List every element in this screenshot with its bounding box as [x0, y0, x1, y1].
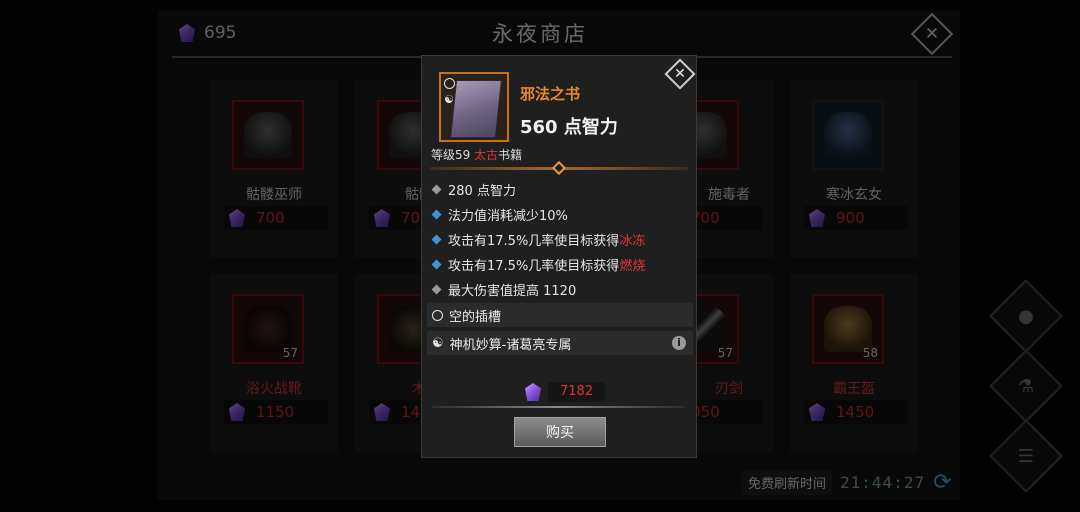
- item-level: 等级59: [431, 148, 471, 162]
- close-icon: ✕: [674, 66, 686, 82]
- item-name: 霸王盔: [833, 381, 875, 397]
- price-value: 1450: [836, 403, 875, 421]
- refresh-label: 免费刷新时间: [742, 470, 833, 495]
- item-portrait: 58: [812, 294, 884, 364]
- info-icon[interactable]: i: [672, 336, 686, 350]
- price-value: 7182: [548, 382, 606, 402]
- shop-item-card[interactable]: 寒冰玄女 900: [790, 80, 918, 258]
- item-level: 57: [282, 346, 298, 360]
- yin-yang-icon: ☯: [432, 335, 444, 351]
- diamond-bullet-icon: [431, 234, 442, 244]
- item-name: 刃剑: [715, 381, 743, 397]
- shop-item-card[interactable]: 57 浴火战靴 1150: [210, 274, 338, 452]
- yin-yang-icon: ☯: [444, 93, 454, 106]
- set-bonus-row[interactable]: ☯ 神机妙算-诸葛亮专属 i: [427, 331, 693, 355]
- set-text: 神机妙算-诸葛亮专属: [449, 337, 572, 353]
- empty-socket-icon: [432, 309, 443, 321]
- book-icon: [449, 80, 503, 138]
- item-name: 寒冰玄女: [826, 187, 882, 203]
- potion-icon: ⚗: [1017, 375, 1035, 397]
- price-divider: [432, 406, 684, 408]
- free-refresh-timer: 免费刷新时间 21:44:27 ⟳: [742, 470, 952, 495]
- item-price: 1150: [224, 400, 328, 424]
- stat-highlight: 燃烧: [619, 258, 646, 274]
- refresh-countdown: 21:44:27: [840, 473, 926, 492]
- stat-line: 280 点智力: [431, 179, 516, 199]
- price-value: 14: [401, 403, 421, 421]
- item-rarity: 太古: [474, 148, 499, 162]
- item-category: 书籍: [498, 148, 523, 162]
- gem-icon: [226, 401, 248, 423]
- side-menu-button[interactable]: ⚗: [989, 349, 1063, 423]
- stat-line: 攻击有17.5%几率使目标获得燃烧: [431, 254, 645, 274]
- diamond-bullet-icon: [431, 259, 442, 269]
- gem-icon: [371, 401, 393, 423]
- item-price: 700: [224, 206, 328, 230]
- purchase-price: 7182: [522, 381, 606, 403]
- item-title: 邪法之书: [520, 85, 581, 103]
- empty-socket-row: 空的插槽: [427, 303, 693, 327]
- stat-text: 攻击有17.5%几率使目标获得冰冻: [448, 230, 645, 249]
- buy-button[interactable]: 购买: [514, 417, 606, 447]
- diamond-ornament-icon: [551, 160, 567, 176]
- item-icon-frame: ☯: [439, 72, 509, 142]
- stat-text: 攻击有17.5%几率使目标获得燃烧: [448, 255, 645, 274]
- price-value: 900: [836, 209, 865, 227]
- diamond-bullet-icon: [431, 209, 442, 219]
- gem-icon: [806, 401, 828, 423]
- stat-highlight: 冰冻: [619, 233, 646, 249]
- item-portrait: 57: [232, 294, 304, 364]
- stat-text-main: 攻击有17.5%几率使目标获得: [448, 233, 620, 249]
- item-portrait: [812, 100, 884, 170]
- item-price: 1450: [804, 400, 908, 424]
- item-level: 57: [717, 346, 733, 360]
- item-name: 骷髅巫师: [246, 187, 302, 203]
- skeleton-mage-portrait: [244, 112, 292, 158]
- item-main-stat: 560 点智力: [520, 117, 618, 138]
- gem-icon: [371, 207, 393, 229]
- stat-text: 最大伤害值提高 1120: [448, 283, 577, 299]
- user-icon: ●: [1018, 305, 1034, 327]
- item-name: 施毒者: [708, 187, 750, 203]
- price-value: 1150: [256, 403, 295, 421]
- gem-icon: [226, 207, 248, 229]
- item-portrait: [232, 100, 304, 170]
- price-value: 700: [256, 209, 285, 227]
- diamond-bullet-icon: [431, 184, 442, 194]
- socket-text: 空的插槽: [449, 309, 502, 325]
- item-level: 58: [862, 346, 878, 360]
- side-menu-button[interactable]: ●: [989, 279, 1063, 353]
- socket-ring-icon: [444, 78, 455, 89]
- gem-icon: [522, 381, 544, 403]
- stat-text-main: 攻击有17.5%几率使目标获得: [448, 258, 620, 274]
- item-level-type: 等级59 太古书籍: [431, 146, 522, 163]
- stat-text: 280 点智力: [448, 183, 516, 199]
- item-name: 浴火战靴: [246, 381, 302, 397]
- stat-line: 攻击有17.5%几率使目标获得冰冻: [431, 229, 645, 249]
- popup-close-button[interactable]: ✕: [664, 58, 696, 90]
- item-detail-popup: ✕ ☯ 邪法之书 560 点智力 等级59 太古书籍 280 点智力 法力值消耗…: [421, 55, 697, 458]
- shop-item-card[interactable]: 骷髅巫师 700: [210, 80, 338, 258]
- diamond-bullet-icon: [431, 284, 442, 294]
- stat-line: 法力值消耗减少10%: [431, 204, 568, 224]
- refresh-icon[interactable]: ⟳: [933, 470, 951, 495]
- list-icon: ☰: [1017, 445, 1035, 467]
- shop-item-card[interactable]: 58 霸王盔 1450: [790, 274, 918, 452]
- stat-line: 最大伤害值提高 1120: [431, 279, 577, 299]
- close-icon: ✕: [924, 24, 940, 44]
- stat-text: 法力值消耗减少10%: [448, 208, 568, 224]
- ice-maiden-portrait: [824, 112, 872, 158]
- side-menu-button[interactable]: ☰: [989, 419, 1063, 493]
- gem-icon: [806, 207, 828, 229]
- price-value: 70: [401, 209, 421, 227]
- item-price: 900: [804, 206, 908, 230]
